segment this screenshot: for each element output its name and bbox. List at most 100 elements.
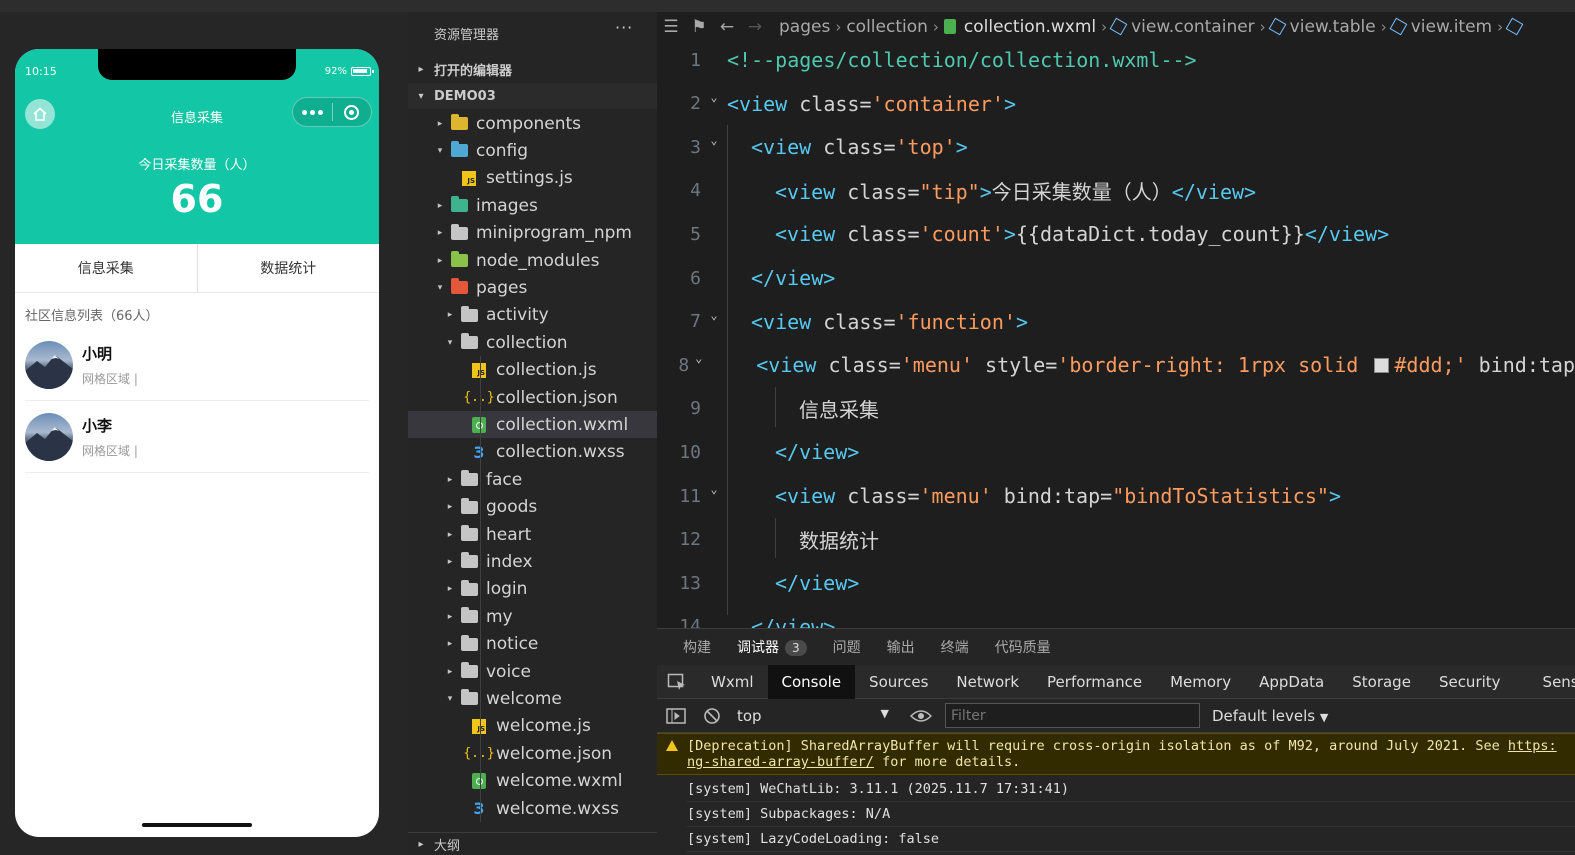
breadcrumb-item[interactable]: collection.wxml	[964, 17, 1096, 37]
folder-item[interactable]: ▸ miniprogram_npm	[408, 220, 657, 247]
inspect-element-icon[interactable]	[657, 665, 697, 699]
caret-down-icon: ▼	[1319, 710, 1329, 724]
line-number: 5	[690, 223, 701, 245]
cube-icon	[1268, 17, 1287, 36]
context-select[interactable]: top ▼	[737, 707, 897, 725]
code-token: class=	[811, 135, 896, 160]
file-item[interactable]: JS welcome.js	[408, 713, 657, 740]
tab-output[interactable]: 输出	[887, 637, 915, 657]
folder-icon	[460, 607, 478, 625]
devtools-tab-appdata[interactable]: AppData	[1245, 665, 1338, 699]
folder-item[interactable]: ▸ my	[408, 603, 657, 630]
devtools-tab-wxml[interactable]: Wxml	[697, 665, 768, 699]
folder-icon	[450, 278, 468, 296]
breadcrumb-item[interactable]: view.container	[1131, 17, 1255, 37]
menu-statistics[interactable]: 数据统计	[198, 244, 380, 292]
open-editors-section[interactable]: ▸ 打开的编辑器	[408, 56, 657, 82]
chevron-right-icon: ›	[932, 17, 939, 36]
file-item[interactable]: 3 collection.wxss	[408, 439, 657, 466]
warning-link[interactable]: https:	[1508, 738, 1557, 754]
tree-item-label: miniprogram_npm	[476, 223, 632, 244]
devtools-tab-sensor[interactable]: Sensor	[1529, 665, 1575, 699]
explorer-more-button[interactable]: ···	[615, 18, 633, 37]
levels-select[interactable]: Default levels ▼	[1212, 707, 1328, 725]
sidebar-toggle-icon[interactable]	[657, 707, 695, 724]
simulator-toolbar	[0, 0, 408, 12]
caret-down-icon: ▼	[880, 706, 889, 720]
code-token: 数据统计	[799, 529, 879, 554]
forward-arrow-icon[interactable]: →	[741, 17, 769, 37]
tab-code-quality[interactable]: 代码质量	[995, 637, 1051, 657]
file-item[interactable]: 3 welcome.wxss	[408, 795, 657, 822]
folder-item[interactable]: ▸ notice	[408, 631, 657, 658]
fold-chevron-icon[interactable]: ⌄	[689, 351, 708, 365]
devtools-tab-security[interactable]: Security	[1425, 665, 1515, 699]
folder-item[interactable]: ▸ voice	[408, 658, 657, 685]
explorer-title: 资源管理器	[434, 28, 500, 43]
simulator-panel: 10:15 92% 信息采集 今日采集数量（人） 66 信息采集 数据统计 社区…	[0, 0, 408, 855]
folder-item[interactable]: ▸ face	[408, 466, 657, 493]
folder-item[interactable]: ▾ pages	[408, 274, 657, 301]
file-item[interactable]: JS collection.js	[408, 357, 657, 384]
folder-icon	[450, 141, 468, 159]
clear-console-icon[interactable]	[695, 707, 729, 725]
file-item[interactable]: {..} welcome.json	[408, 740, 657, 767]
breadcrumb-item[interactable]: view.item	[1411, 17, 1492, 37]
code-token: >	[1003, 222, 1016, 247]
folder-item[interactable]: ▸ goods	[408, 494, 657, 521]
devtools-tab-storage[interactable]: Storage	[1338, 665, 1425, 699]
code-text: 数据统计	[727, 525, 879, 554]
breadcrumb-item[interactable]: pages	[779, 17, 830, 37]
tab-terminal[interactable]: 终端	[941, 637, 969, 657]
fold-chevron-icon[interactable]: ⌄	[701, 133, 727, 147]
warning-link-cont[interactable]: ng-shared-array-buffer/	[687, 754, 874, 770]
folder-item[interactable]: ▸ login	[408, 576, 657, 603]
file-item[interactable]: collection.wxml	[408, 411, 657, 439]
list-item[interactable]: 小明 网格区域 |	[25, 329, 369, 401]
devtools-tab-memory[interactable]: Memory	[1156, 665, 1245, 699]
eye-icon[interactable]	[897, 709, 945, 723]
devtools-tab-network[interactable]: Network	[942, 665, 1033, 699]
folder-item[interactable]: ▾ welcome	[408, 685, 657, 712]
file-item[interactable]: JS settings.js	[408, 165, 657, 192]
breadcrumb-item[interactable]: collection	[846, 17, 928, 37]
open-editors-label: 打开的编辑器	[434, 63, 513, 79]
list-icon[interactable]: ☰	[657, 17, 685, 37]
tab-build[interactable]: 构建	[683, 637, 711, 657]
bookmark-icon[interactable]: ⚑	[685, 17, 713, 37]
devtools-tab-sources[interactable]: Sources	[855, 665, 942, 699]
project-section[interactable]: ▾ DEMO03	[408, 83, 657, 109]
outline-section[interactable]: ▸ 大纲	[408, 832, 657, 855]
folder-item[interactable]: ▾ collection	[408, 329, 657, 356]
devtools-tab-console[interactable]: Console	[767, 664, 856, 699]
fold-chevron-icon[interactable]: ⌄	[701, 90, 727, 104]
folder-item[interactable]: ▸ components	[408, 110, 657, 137]
tab-debugger[interactable]: 调试器 3	[737, 637, 807, 657]
breadcrumb-item[interactable]: view.table	[1290, 17, 1376, 37]
devtools-tab-performance[interactable]: Performance	[1033, 665, 1156, 699]
folder-item[interactable]: ▸ images	[408, 192, 657, 219]
filter-input[interactable]	[945, 703, 1200, 728]
folder-item[interactable]: ▸ activity	[408, 302, 657, 329]
file-item[interactable]: {..} collection.json	[408, 384, 657, 411]
list-item[interactable]: 小李 网格区域 |	[25, 401, 369, 473]
warning-text: [Deprecation] SharedArrayBuffer will req…	[687, 738, 1508, 754]
folder-icon	[450, 196, 468, 214]
js-file-icon: JS	[470, 362, 488, 378]
folder-item[interactable]: ▸ heart	[408, 521, 657, 548]
menu-collect[interactable]: 信息采集	[15, 244, 198, 292]
tab-problems[interactable]: 问题	[833, 637, 861, 657]
fold-chevron-icon[interactable]: ⌄	[701, 482, 727, 496]
folder-item[interactable]: ▸ index	[408, 548, 657, 575]
explorer-toolbar	[408, 0, 657, 12]
folder-item[interactable]: ▸ node_modules	[408, 247, 657, 274]
more-button[interactable]	[293, 97, 332, 127]
line-number: 4	[690, 180, 701, 202]
code-token: 'count'	[919, 222, 1004, 247]
file-item[interactable]: welcome.wxml	[408, 768, 657, 795]
fold-chevron-icon[interactable]: ⌄	[701, 308, 727, 322]
back-arrow-icon[interactable]: ←	[713, 17, 741, 37]
close-miniprogram-button[interactable]	[332, 97, 371, 127]
folder-item[interactable]: ▾ config	[408, 137, 657, 164]
code-text: </view>	[727, 266, 835, 290]
